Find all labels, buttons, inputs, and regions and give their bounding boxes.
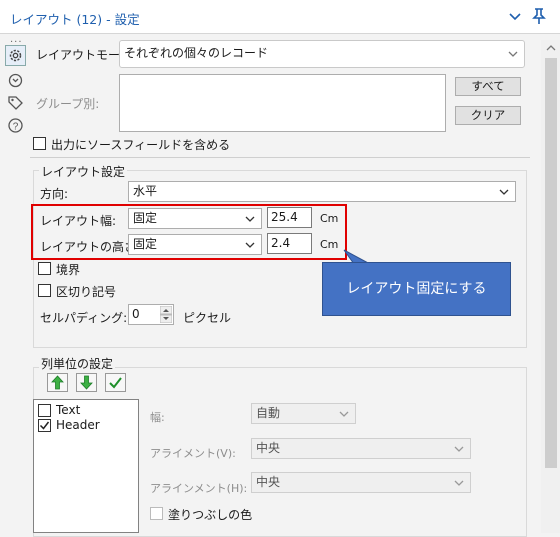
gear-icon[interactable] bbox=[7, 47, 24, 64]
direction-label: 方向: bbox=[40, 187, 69, 201]
more-dots: ... bbox=[10, 34, 23, 45]
chevron-down-icon bbox=[454, 446, 464, 452]
separator-label: 区切り記号 bbox=[56, 285, 117, 299]
group-by-label: グループ別: bbox=[36, 97, 100, 111]
cell-padding-spinner[interactable]: 0 bbox=[128, 304, 174, 325]
column-width-select[interactable]: 自動 bbox=[251, 403, 356, 424]
arrow-up-icon bbox=[51, 375, 64, 390]
column-width-value: 自動 bbox=[256, 406, 281, 420]
checkmark-icon bbox=[109, 377, 122, 389]
arrow-down-icon bbox=[80, 375, 93, 390]
fill-color-label: 塗りつぶしの色 bbox=[168, 508, 253, 522]
vertical-alignment-label: アライメント(V): bbox=[150, 447, 236, 460]
direction-value: 水平 bbox=[133, 184, 158, 198]
direction-select[interactable]: 水平 bbox=[128, 181, 516, 202]
toggle-check-button[interactable] bbox=[105, 373, 126, 392]
move-up-button[interactable] bbox=[47, 373, 68, 392]
divider bbox=[30, 157, 530, 158]
column-width-label: 幅: bbox=[150, 411, 165, 424]
check-icon bbox=[39, 421, 50, 430]
vertical-alignment-select[interactable]: 中央 bbox=[251, 438, 471, 459]
cell-padding-value: 0 bbox=[132, 307, 140, 321]
include-source-label: 出力にソースフィールドを含める bbox=[51, 138, 231, 152]
layout-mode-select[interactable]: それぞれの個々のレコード bbox=[119, 40, 525, 68]
refresh-arrows-icon[interactable] bbox=[7, 72, 24, 89]
help-icon[interactable]: ? bbox=[7, 117, 24, 134]
layout-settings-title: レイアウト設定 bbox=[39, 163, 128, 180]
tag-icon[interactable] bbox=[7, 94, 24, 111]
horizontal-alignment-select[interactable]: 中央 bbox=[251, 472, 471, 493]
fill-color-checkbox[interactable] bbox=[150, 507, 163, 520]
include-source-checkbox[interactable] bbox=[33, 137, 46, 150]
svg-text:?: ? bbox=[13, 122, 19, 133]
column-settings-title: 列単位の設定 bbox=[39, 355, 116, 372]
chevron-down-icon bbox=[508, 51, 518, 57]
annotation-callout: レイアウト固定にする bbox=[322, 262, 511, 316]
horizontal-alignment-label: アラインメント(H): bbox=[150, 482, 248, 495]
scrollbar-thumb[interactable] bbox=[545, 58, 557, 468]
field-checkbox-text[interactable] bbox=[38, 404, 51, 417]
spinner-arrows-icon[interactable] bbox=[160, 306, 172, 323]
chevron-down-icon bbox=[339, 411, 349, 417]
window-title: レイアウト (12) - 設定 bbox=[10, 12, 140, 27]
horizontal-alignment-value: 中央 bbox=[256, 475, 281, 489]
field-name-header: Header bbox=[56, 418, 100, 432]
separator-checkbox[interactable] bbox=[38, 284, 51, 297]
chevron-down-icon bbox=[499, 189, 509, 195]
chevron-down-icon bbox=[454, 480, 464, 486]
cell-padding-unit: ピクセル bbox=[183, 311, 232, 325]
chevron-down-icon[interactable] bbox=[507, 8, 523, 24]
vertical-alignment-value: 中央 bbox=[256, 441, 281, 455]
field-checkbox-header[interactable] bbox=[38, 419, 51, 432]
layout-mode-value: それぞれの個々のレコード bbox=[124, 46, 269, 60]
highlight-box bbox=[31, 204, 347, 260]
cell-padding-label: セルパディング: bbox=[40, 311, 128, 325]
move-down-button[interactable] bbox=[76, 373, 97, 392]
field-name-text: Text bbox=[56, 403, 81, 417]
select-all-button[interactable]: すべて bbox=[455, 77, 521, 96]
scroll-up-icon[interactable] bbox=[545, 42, 557, 54]
border-label: 境界 bbox=[56, 263, 81, 277]
clear-button[interactable]: クリア bbox=[455, 106, 521, 125]
group-by-list[interactable] bbox=[119, 74, 446, 132]
border-checkbox[interactable] bbox=[38, 262, 51, 275]
pin-icon[interactable] bbox=[529, 6, 549, 26]
